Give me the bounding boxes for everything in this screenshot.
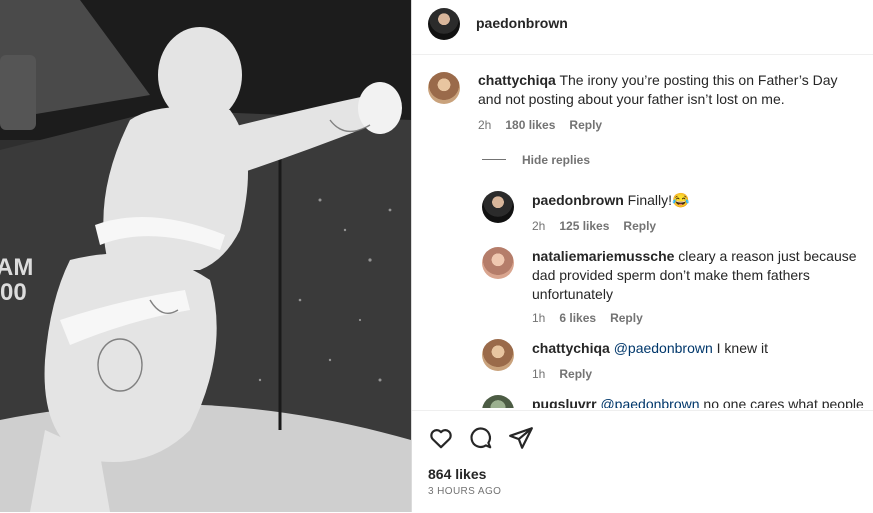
share-icon[interactable] <box>508 425 534 451</box>
reply-body: nataliemariemussche cleary a reason just… <box>532 247 867 304</box>
reply-avatar[interactable] <box>482 191 514 223</box>
reply-likes[interactable]: 125 likes <box>559 219 609 233</box>
comment-likes[interactable]: 180 likes <box>505 118 555 132</box>
comment-time: 2h <box>478 118 492 132</box>
reply-body: pugsluvrr @paedonbrown no one cares what… <box>532 395 872 408</box>
reply-avatar[interactable] <box>482 395 514 408</box>
reply-time: 1h <box>532 311 546 325</box>
author-username[interactable]: paedonbrown <box>476 15 568 31</box>
reply-text: I knew it <box>716 340 769 356</box>
commenter-avatar[interactable] <box>428 72 460 104</box>
reply-avatar[interactable] <box>482 339 514 371</box>
comment-username[interactable]: chattychiqa <box>478 72 556 88</box>
truck-badge-text: AM <box>0 254 33 281</box>
hide-replies-label[interactable]: Hide replies <box>522 153 590 167</box>
reply-text-line2: dad provided sperm don’t make them fathe… <box>532 267 810 283</box>
photo-illustration: AM 00 <box>0 0 411 512</box>
reply-avatar[interactable] <box>482 247 514 279</box>
reply-meta: 2h 125 likes Reply <box>532 219 670 233</box>
post-timestamp: 3 HOURS AGO <box>428 486 502 497</box>
reply-time: 1h <box>532 367 546 381</box>
reply-meta: 1h Reply <box>532 367 606 381</box>
reply-likes[interactable]: 6 likes <box>559 311 596 325</box>
reply-mention[interactable]: @paedonbrown <box>600 396 699 408</box>
author-avatar[interactable] <box>428 8 460 40</box>
heart-icon[interactable] <box>428 425 454 451</box>
comment-reply-button[interactable]: Reply <box>569 118 602 132</box>
comment-icon[interactable] <box>468 425 494 451</box>
reply-mention[interactable]: @paedonbrown <box>614 340 713 356</box>
hide-replies-button[interactable]: Hide replies <box>522 153 604 167</box>
truck-badge-number: 00 <box>0 279 27 306</box>
reply-username[interactable]: nataliemariemussche <box>532 248 674 264</box>
instagram-post-modal: AM 00 paedonbrown chattychiqa The irony … <box>0 0 873 512</box>
reply-text: no one cares what people <box>703 396 864 408</box>
comment-meta: 2h 180 likes Reply <box>478 118 616 132</box>
hide-replies-line <box>482 159 506 160</box>
reply-reply-button[interactable]: Reply <box>610 311 643 325</box>
reply-body: chattychiqa @paedonbrown I knew it <box>532 339 862 358</box>
comment-body: chattychiqa The irony you’re posting thi… <box>478 71 860 109</box>
post-details-panel: paedonbrown chattychiqa The irony you’re… <box>412 0 873 512</box>
reply-reply-button[interactable]: Reply <box>623 219 656 233</box>
reply-reply-button[interactable]: Reply <box>559 367 592 381</box>
reply-time: 2h <box>532 219 546 233</box>
reply-username[interactable]: pugsluvrr <box>532 396 597 408</box>
post-header: paedonbrown <box>412 0 873 55</box>
reply-username[interactable]: chattychiqa <box>532 340 610 356</box>
reply-meta: 1h 6 likes Reply <box>532 311 657 325</box>
likes-count[interactable]: 864 likes <box>428 466 486 482</box>
reply-text-line3: unfortunately <box>532 286 613 302</box>
reply-body: paedonbrown Finally!😂 <box>532 191 862 210</box>
comments-list[interactable]: chattychiqa The irony you’re posting thi… <box>412 55 873 408</box>
reply-text: Finally!😂 <box>627 192 690 208</box>
reply-text-line1: cleary a reason just because <box>678 248 857 264</box>
post-actions: 864 likes 3 HOURS AGO <box>412 410 873 513</box>
post-photo[interactable]: AM 00 <box>0 0 411 512</box>
reply-username[interactable]: paedonbrown <box>532 192 624 208</box>
